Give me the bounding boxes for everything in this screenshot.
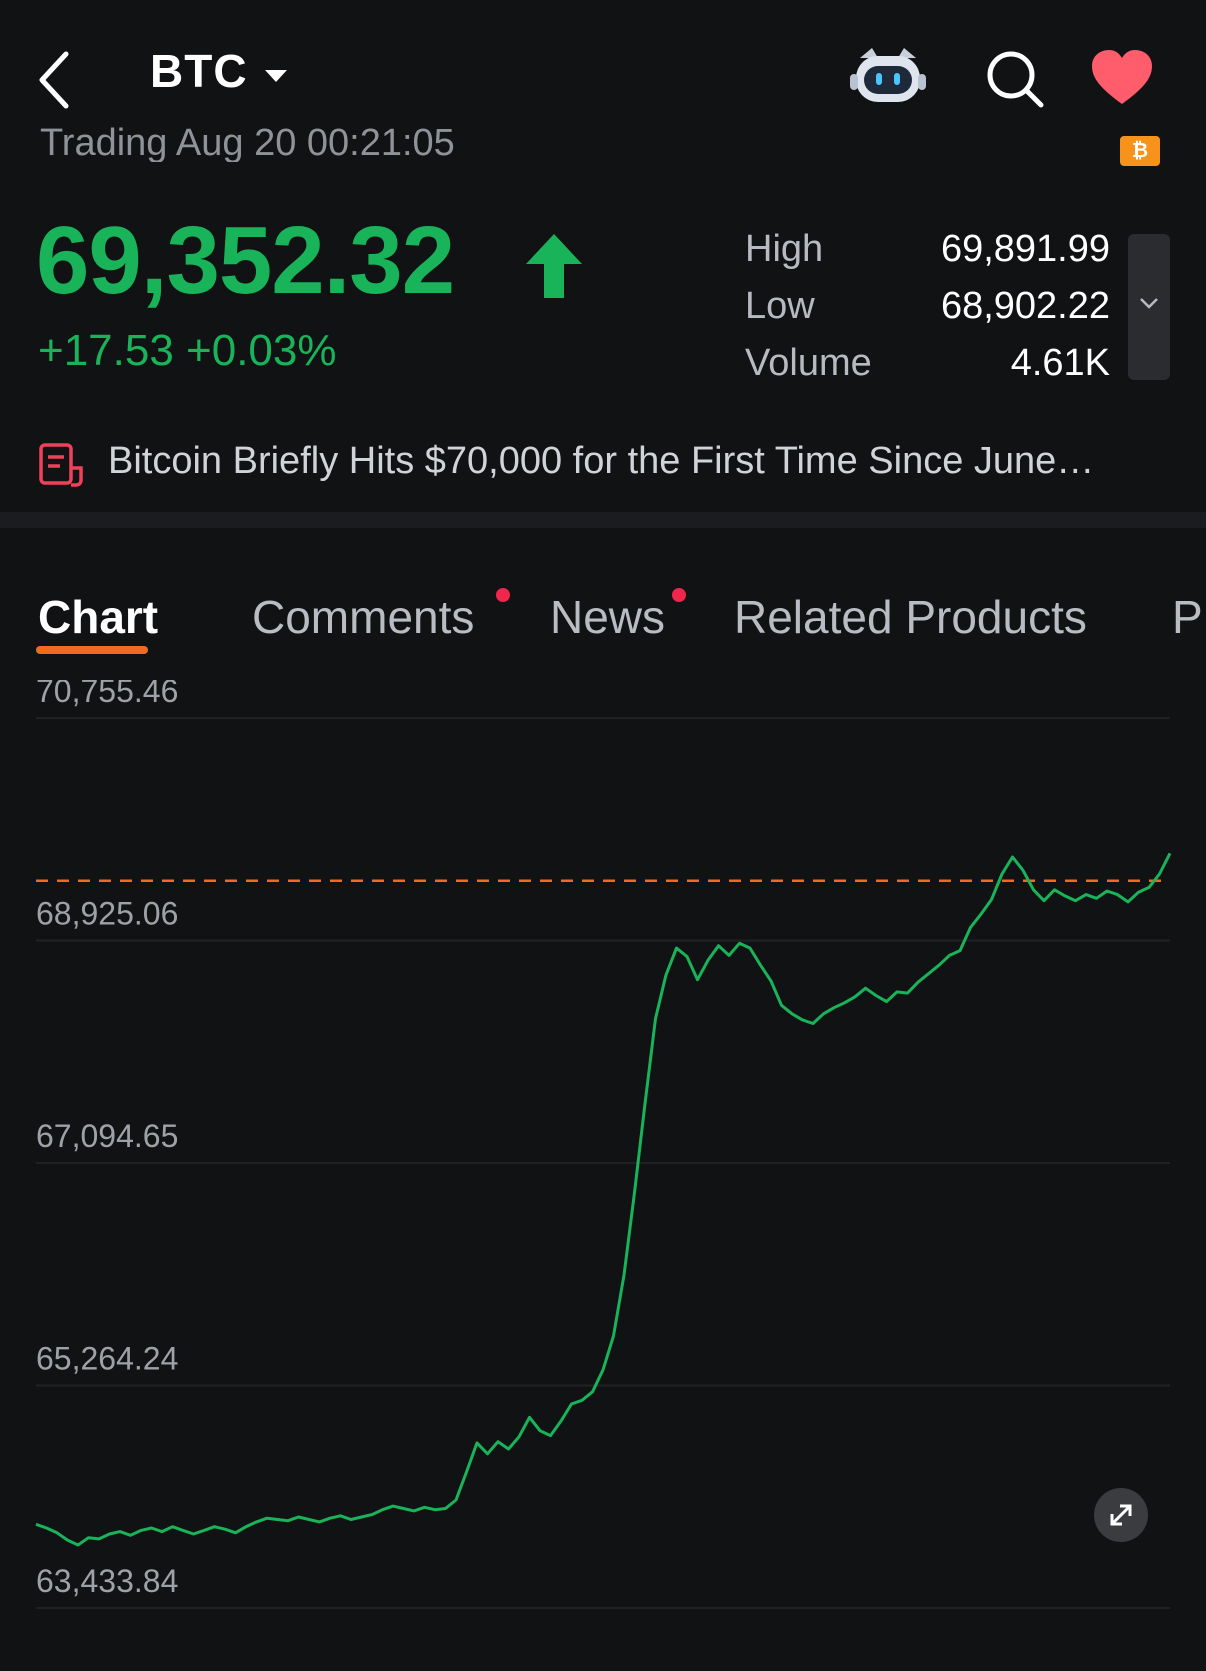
stat-low: Low 68,902.22 (745, 285, 1110, 342)
y-tick-label: 70,755.46 (36, 680, 178, 709)
y-tick-label: 67,094.65 (36, 1118, 178, 1154)
y-tick-label: 68,925.06 (36, 896, 178, 932)
stat-value: 68,902.22 (940, 285, 1110, 327)
search-icon (987, 51, 1044, 108)
unread-dot (672, 588, 686, 602)
tab-chart[interactable]: Chart (38, 590, 158, 644)
chart-svg: 70,755.46 68,925.06 67,094.65 65,264.24 63,4… (35, 673, 1172, 1609)
back-icon (39, 51, 69, 109)
section-divider (0, 512, 1206, 528)
search-button[interactable] (984, 48, 1046, 110)
heart-icon (1092, 50, 1152, 104)
stat-high: High 69,891.99 (745, 228, 1110, 285)
tab-partial[interactable]: P (1172, 590, 1203, 644)
stat-label: Low (745, 285, 815, 327)
fullscreen-button[interactable] (1094, 1488, 1148, 1542)
tab-comments[interactable]: Comments (252, 590, 474, 644)
y-tick-label: 63,433.84 (36, 1563, 178, 1599)
unread-dot (496, 588, 510, 602)
crypto-badge-icon: ₿ (1120, 136, 1160, 166)
expand-arrows-icon (1110, 1504, 1132, 1526)
dropdown-caret-icon[interactable] (265, 70, 287, 82)
back-button[interactable] (32, 44, 82, 114)
news-headline-banner[interactable]: Bitcoin Briefly Hits $70,000 for the Fir… (38, 440, 1178, 490)
news-headline-text: Bitcoin Briefly Hits $70,000 for the Fir… (108, 440, 1095, 482)
expand-stats-button[interactable] (1128, 234, 1170, 380)
trading-timestamp: Trading Aug 20 00:21:05 (40, 122, 455, 162)
last-price: 69,352.32 (36, 207, 455, 314)
news-document-icon (38, 442, 84, 488)
price-chart[interactable]: 70,755.46 68,925.06 67,094.65 65,264.24 63,4… (0, 673, 1206, 1666)
tab-bar: Chart Comments News Related Products P (0, 588, 1206, 660)
quote-stats: High 69,891.99 Low 68,902.22 Volume 4.61… (745, 228, 1110, 399)
tab-news[interactable]: News (550, 590, 665, 644)
stat-label: Volume (745, 342, 872, 384)
price-change: +17.53 +0.03% (38, 326, 337, 375)
active-tab-indicator (36, 646, 148, 654)
tab-related-products[interactable]: Related Products (734, 590, 1087, 644)
robot-assistant-icon[interactable] (850, 44, 926, 108)
y-tick-label: 65,264.24 (36, 1341, 178, 1377)
stat-volume: Volume 4.61K (745, 342, 1110, 399)
stat-label: High (745, 228, 824, 270)
chevron-down-icon (1140, 298, 1158, 309)
favorite-button[interactable] (1090, 48, 1154, 106)
price-up-arrow-icon (524, 232, 584, 300)
symbol-title[interactable]: BTC (150, 44, 248, 98)
stat-value: 69,891.99 (940, 228, 1110, 270)
price-series-line (35, 852, 1172, 1547)
stat-value: 4.61K (1010, 342, 1110, 384)
